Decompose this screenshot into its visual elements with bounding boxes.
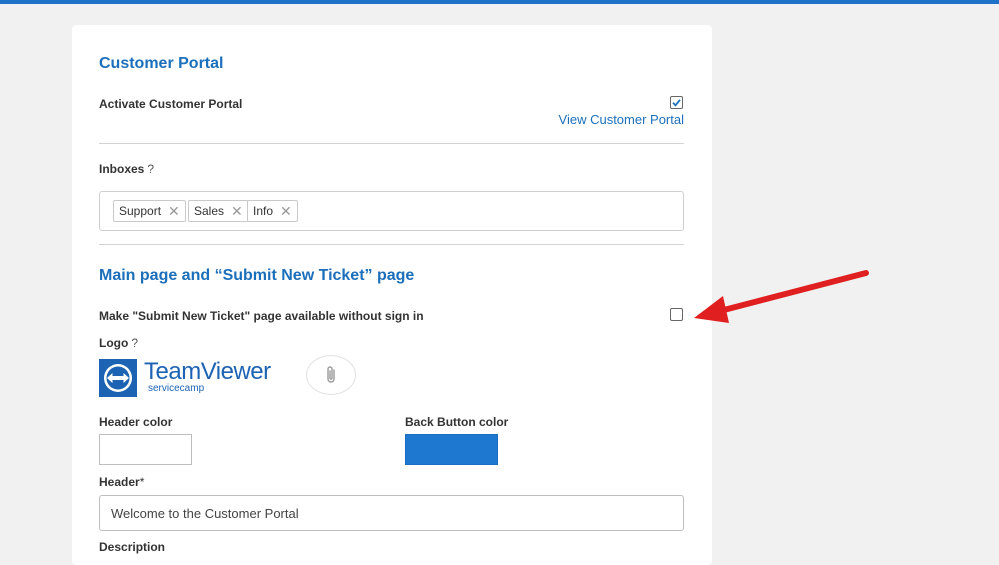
- inboxes-label: Inboxes?: [99, 162, 154, 176]
- header-input[interactable]: Welcome to the Customer Portal: [99, 495, 684, 531]
- back-button-color-label: Back Button color: [405, 415, 509, 429]
- activate-portal-label: Activate Customer Portal: [99, 97, 243, 111]
- inboxes-help-icon[interactable]: ?: [147, 162, 154, 176]
- teamviewer-logo-icon: [99, 359, 137, 397]
- header-input-value: Welcome to the Customer Portal: [111, 505, 299, 521]
- remove-icon[interactable]: ✕: [280, 204, 292, 218]
- divider: [99, 143, 684, 144]
- checkmark-icon: [672, 99, 681, 107]
- logo-sub-text: servicecamp: [148, 383, 205, 394]
- paperclip-icon: [327, 366, 335, 383]
- inbox-chip-label: Sales: [194, 204, 225, 218]
- customer-portal-title: Customer Portal: [99, 55, 224, 72]
- settings-card: Customer Portal Activate Customer Portal…: [72, 25, 712, 565]
- view-customer-portal-link[interactable]: View Customer Portal: [559, 112, 684, 127]
- divider: [99, 244, 684, 245]
- inbox-chip-info: Info ✕: [247, 200, 298, 222]
- red-arrow-annotation: [694, 270, 869, 323]
- inboxes-label-text: Inboxes: [99, 162, 145, 176]
- remove-icon[interactable]: ✕: [231, 204, 243, 218]
- header-label-text: Header: [99, 475, 140, 489]
- description-label: Description: [99, 540, 166, 554]
- attach-logo-button[interactable]: [306, 355, 356, 395]
- header-color-label: Header color: [99, 415, 173, 429]
- header-color-swatch[interactable]: [99, 434, 192, 465]
- remove-icon[interactable]: ✕: [168, 204, 180, 218]
- top-accent-bar: [0, 0, 999, 4]
- no-signin-label: Make "Submit New Ticket" page available …: [99, 309, 424, 323]
- header-label: Header*: [99, 475, 144, 489]
- inbox-chip-label: Support: [119, 204, 162, 218]
- back-button-color-swatch[interactable]: [405, 434, 498, 465]
- inboxes-multiselect[interactable]: Support ✕ Sales ✕ Info ✕: [99, 191, 684, 231]
- main-page-title: Main page and “Submit New Ticket” page: [99, 267, 415, 284]
- inbox-chip-support: Support ✕: [113, 200, 186, 222]
- logo-help-icon[interactable]: ?: [131, 336, 138, 350]
- required-marker: *: [139, 475, 145, 489]
- inbox-chip-sales: Sales ✕: [188, 200, 249, 222]
- logo-brand-text: TeamViewer: [144, 358, 271, 385]
- no-signin-checkbox[interactable]: [670, 308, 683, 321]
- inbox-chip-label: Info: [253, 204, 274, 218]
- logo-label: Logo?: [99, 336, 138, 350]
- activate-portal-checkbox[interactable]: [670, 96, 683, 109]
- logo-label-text: Logo: [99, 336, 129, 350]
